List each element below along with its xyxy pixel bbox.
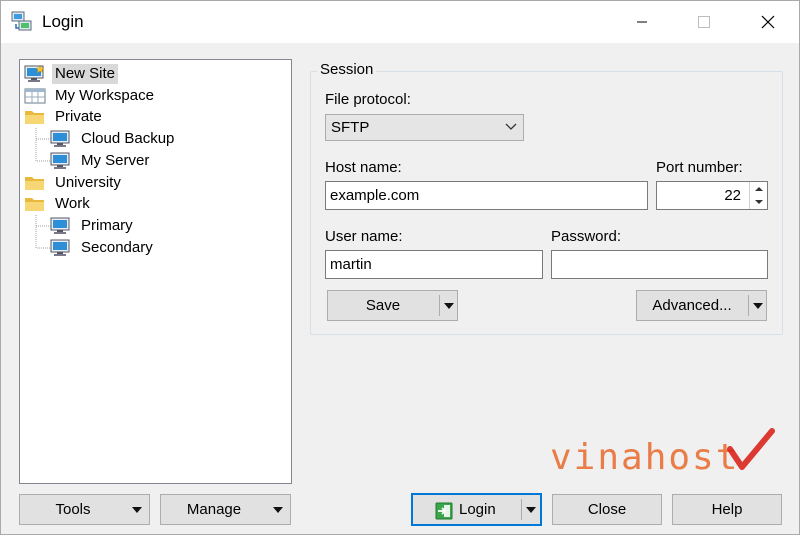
tree-item-label: My Workspace [55, 86, 154, 104]
manage-dropdown-arrow [269, 495, 287, 524]
folder-icon [25, 197, 44, 211]
tree-item-label: Cloud Backup [81, 129, 175, 147]
tree-item-label: Secondary [81, 238, 153, 256]
advanced-dropdown-arrow[interactable] [749, 291, 767, 320]
close-icon [761, 15, 775, 29]
session-legend: Session [317, 61, 377, 78]
save-dropdown-arrow[interactable] [440, 291, 458, 320]
triangle-down-icon [273, 506, 283, 513]
help-button-label: Help [711, 501, 743, 518]
port-number-value: 22 [724, 187, 741, 204]
tools-dropdown-arrow [128, 495, 146, 524]
password-label: Password: [551, 228, 622, 245]
maximize-button[interactable] [681, 1, 727, 43]
tree-item-label: Primary [81, 216, 133, 234]
file-protocol-select[interactable]: SFTP [325, 114, 524, 141]
close-button-label: Close [587, 501, 627, 518]
monitor-icon [50, 152, 70, 169]
port-number-stepper[interactable]: 22 [656, 181, 768, 210]
folder-icon [25, 110, 44, 124]
manage-button-label: Manage [186, 501, 242, 518]
site-tree[interactable]: New Site My Workspace Private Cloud Back… [19, 59, 292, 484]
tree-item-secondary[interactable]: Secondary [50, 237, 156, 258]
tree-item-primary[interactable]: Primary [50, 215, 136, 236]
tree-item-private[interactable]: Private [24, 106, 105, 127]
login-dropdown-arrow[interactable] [522, 495, 540, 524]
winscp-app-icon [11, 11, 32, 31]
workspace-icon [24, 88, 46, 103]
tools-button[interactable]: Tools [19, 494, 150, 525]
user-name-value: martin [330, 256, 372, 273]
triangle-down-icon [444, 302, 454, 309]
triangle-down-icon [753, 302, 763, 309]
new-site-monitor-icon [24, 64, 45, 82]
help-button[interactable]: Help [672, 494, 782, 525]
minimize-icon [637, 21, 647, 23]
triangle-down-icon [526, 506, 536, 513]
advanced-button-label: Advanced... [652, 297, 732, 314]
user-name-input[interactable]: martin [325, 250, 543, 279]
tree-item-label: University [55, 173, 121, 191]
triangle-down-icon [132, 506, 142, 513]
tree-item-university[interactable]: University [24, 172, 124, 193]
close-window-button[interactable] [745, 1, 791, 43]
tree-item-cloud-backup[interactable]: Cloud Backup [50, 128, 177, 149]
save-button[interactable]: Save [327, 290, 458, 321]
monitor-icon [50, 130, 70, 147]
port-decrement-button[interactable] [750, 195, 767, 208]
port-number-label: Port number: [656, 159, 743, 176]
title-bar[interactable]: Login [1, 1, 799, 43]
user-name-label: User name: [325, 228, 403, 245]
minimize-button[interactable] [619, 1, 665, 43]
watermark-text: vinahost [550, 437, 739, 477]
tree-item-label: New Site [52, 63, 119, 84]
file-protocol-value: SFTP [331, 119, 370, 136]
file-protocol-label: File protocol: [325, 91, 411, 108]
chevron-down-icon [505, 123, 517, 130]
host-name-value: example.com [330, 187, 420, 204]
tree-item-new-site[interactable]: New Site [24, 63, 119, 84]
save-button-label: Save [365, 297, 401, 314]
port-increment-button[interactable] [750, 182, 767, 195]
advanced-button[interactable]: Advanced... [636, 290, 767, 321]
triangle-down-icon [754, 199, 763, 204]
login-button[interactable]: Login [411, 493, 542, 526]
tree-item-my-workspace[interactable]: My Workspace [24, 85, 157, 106]
host-name-input[interactable]: example.com [325, 181, 648, 210]
password-input[interactable] [551, 250, 768, 279]
tree-item-label: Work [55, 194, 90, 212]
vinahost-watermark-logo: vinahost [550, 428, 775, 477]
close-button[interactable]: Close [552, 494, 662, 525]
tree-item-label: My Server [81, 151, 150, 169]
maximize-icon [698, 16, 710, 28]
folder-icon [25, 176, 44, 190]
monitor-icon [50, 217, 70, 234]
login-icon [435, 502, 453, 520]
triangle-up-icon [754, 186, 763, 191]
tree-item-work[interactable]: Work [24, 193, 93, 214]
login-button-label: Login [459, 501, 496, 518]
monitor-icon [50, 239, 70, 256]
window-title: Login [42, 12, 84, 31]
login-dialog: Login New Site My Workspace Private Clou… [0, 0, 800, 535]
tools-button-label: Tools [55, 501, 91, 518]
manage-button[interactable]: Manage [160, 494, 291, 525]
tree-item-label: Private [55, 107, 102, 125]
host-name-label: Host name: [325, 159, 402, 176]
tree-item-my-server[interactable]: My Server [50, 150, 152, 171]
